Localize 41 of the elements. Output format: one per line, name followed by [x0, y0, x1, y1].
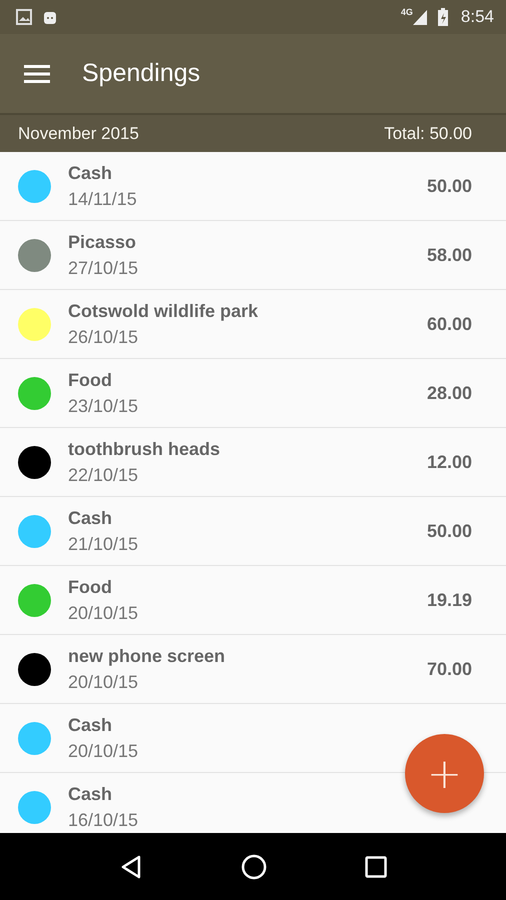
expense-date: 21/10/15 [68, 534, 140, 554]
expense-amount: 19.19 [426, 590, 472, 610]
expense-name: Picasso [68, 232, 138, 252]
signal-icon [412, 9, 427, 25]
expense-name: Food [68, 576, 113, 598]
expense-date: 20/10/15 [68, 740, 140, 762]
expense-amount: 58.00 [426, 244, 472, 266]
image-icon [16, 9, 32, 25]
expense-name: Food [68, 370, 113, 390]
app-title: Spendings [82, 59, 200, 88]
recents-icon[interactable] [365, 856, 387, 878]
expense-amount: 28.00 [426, 382, 472, 404]
expense-date: 22/10/15 [68, 464, 140, 486]
period-label: November 2015 [18, 124, 139, 144]
network-label: 4G [400, 7, 413, 17]
expense-name: Cash [68, 508, 114, 528]
expense-name: new phone screen [68, 646, 226, 666]
robot-icon [42, 9, 58, 25]
total-label: Total: 50.00 [384, 124, 472, 144]
expense-amount: 60.00 [426, 314, 472, 334]
expense-name: Cash [68, 162, 114, 184]
expense-amount: 50.00 [426, 520, 472, 542]
expense-date: 23/10/15 [68, 396, 140, 416]
battery-icon [436, 8, 449, 26]
status-time: 8:54 [460, 7, 494, 27]
expense-name: Cash [68, 714, 114, 736]
expense-date: 20/10/15 [68, 672, 140, 692]
expense-date: 16/10/15 [68, 810, 140, 830]
expense-date: 20/10/15 [68, 602, 140, 624]
expense-name: Cotswold wildlife park [68, 300, 260, 322]
expense-name: Cash [68, 784, 114, 804]
menu-icon[interactable] [24, 64, 50, 82]
expense-amount: 70.00 [426, 658, 472, 680]
expense-amount: 12.00 [426, 452, 472, 472]
home-icon[interactable] [241, 854, 267, 880]
back-icon[interactable] [119, 854, 143, 878]
expense-date: 27/10/15 [68, 258, 140, 278]
expense-amount: 50.00 [426, 176, 472, 196]
expense-name: toothbrush heads [68, 438, 221, 460]
expense-date: 26/10/15 [68, 326, 140, 348]
expense-date: 14/11/15 [68, 188, 138, 210]
